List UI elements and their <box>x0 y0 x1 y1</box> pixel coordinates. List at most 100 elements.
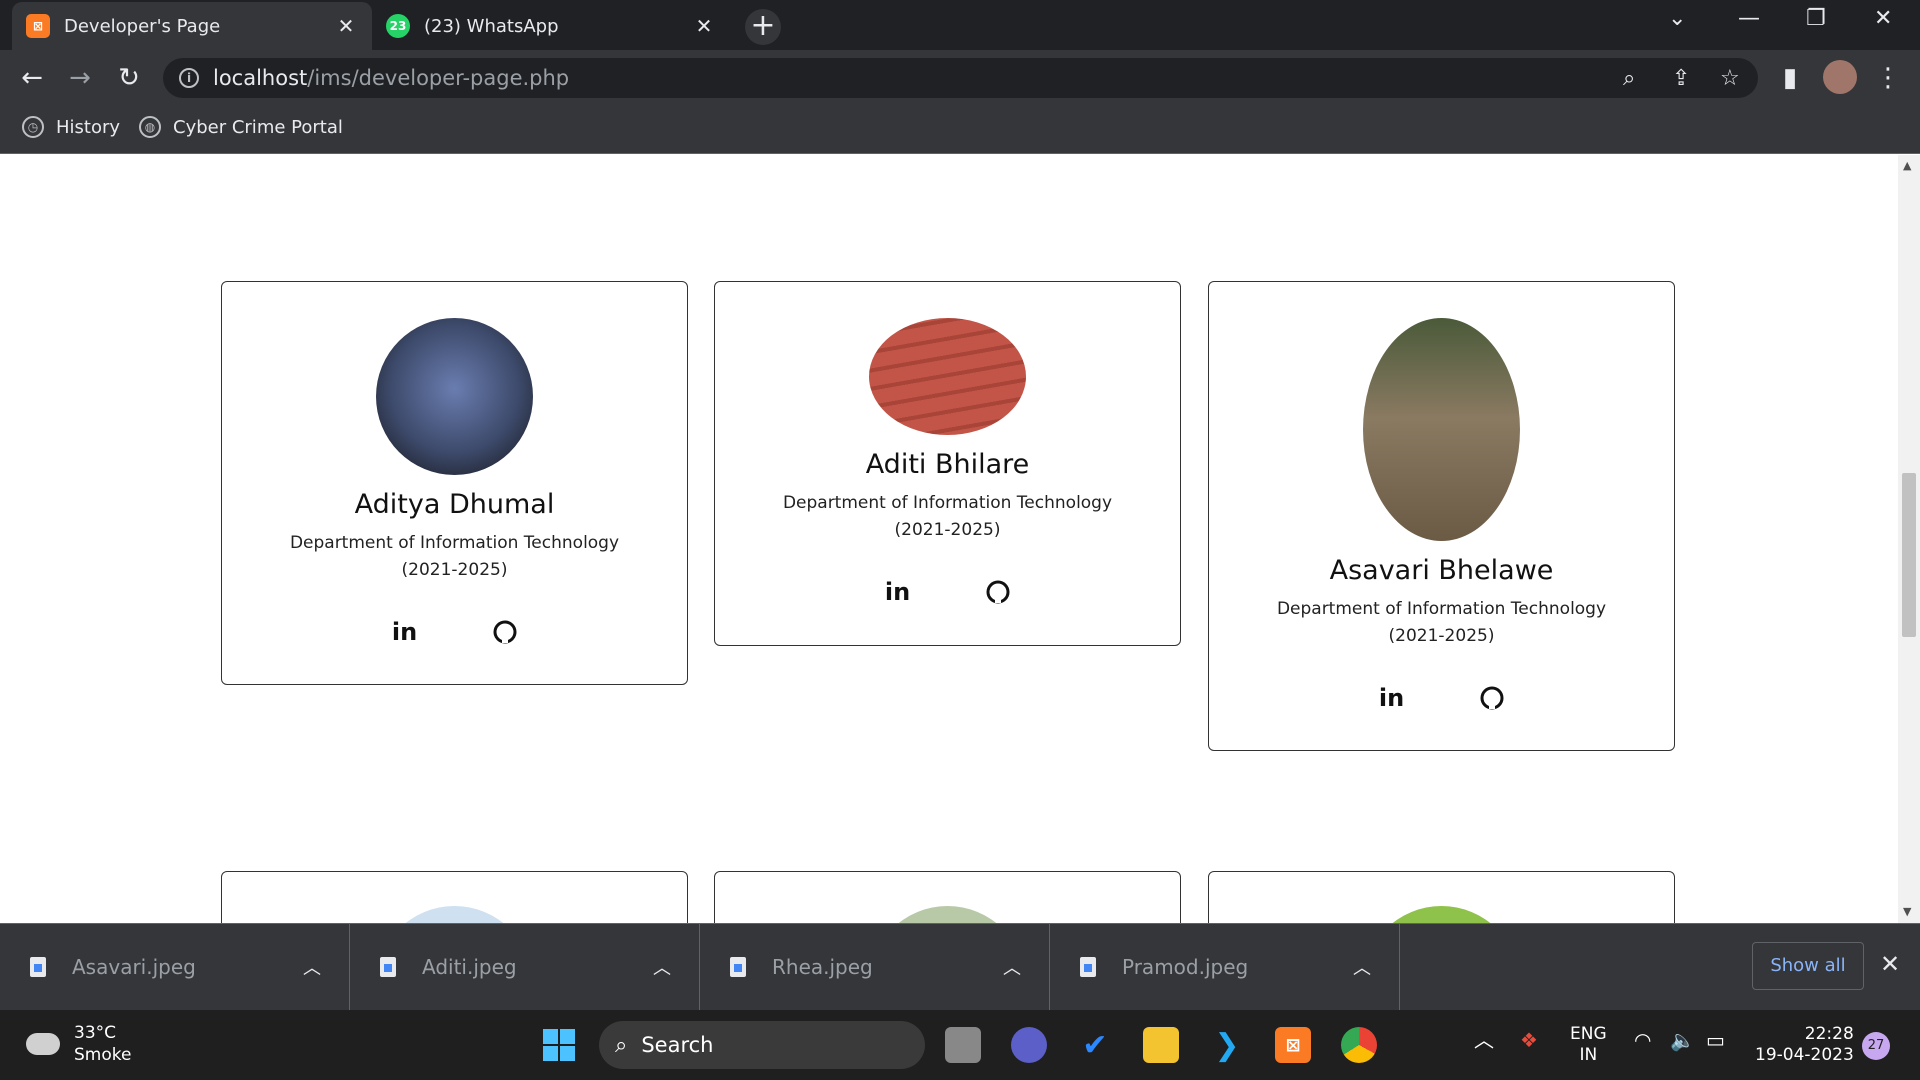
image-file-icon <box>30 957 46 977</box>
file-explorer-icon[interactable] <box>1143 1027 1179 1063</box>
bookmarks-bar: ◷ History ◍ Cyber Crime Portal <box>0 106 1920 154</box>
chevron-up-icon[interactable]: ︿ <box>1353 954 1371 980</box>
tab-whatsapp[interactable]: 23 (23) WhatsApp ✕ <box>372 2 730 50</box>
scroll-up-icon[interactable]: ▲ <box>1903 159 1911 172</box>
dropbox-icon[interactable]: ❖ <box>1520 1030 1538 1051</box>
github-icon[interactable] <box>485 612 525 652</box>
image-file-icon <box>1080 957 1096 977</box>
download-shelf: Asavari.jpeg ︿ Aditi.jpeg ︿ Rhea.jpeg ︿ … <box>0 923 1920 1010</box>
scroll-down-icon[interactable]: ▼ <box>1903 905 1911 918</box>
clock-date: 19-04-2023 <box>1755 1045 1854 1065</box>
site-info-icon[interactable]: i <box>179 68 199 88</box>
close-tab-icon[interactable]: ✕ <box>334 14 358 38</box>
developer-name: Aditya Dhumal <box>354 489 555 520</box>
chevron-up-icon[interactable]: ︿ <box>653 954 671 980</box>
bookmark-star-icon[interactable]: ☆ <box>1720 66 1740 91</box>
vscode-icon[interactable]: ❯ <box>1209 1027 1245 1063</box>
chevron-up-icon[interactable]: ︿ <box>1003 954 1021 980</box>
bookmark-history[interactable]: ◷ History <box>22 116 120 138</box>
wifi-icon[interactable]: ◠ <box>1634 1030 1651 1051</box>
linkedin-icon[interactable]: in <box>1372 678 1412 718</box>
windows-taskbar: 33°C Smoke ⌕ Search ✔ ❯ ⊠ ︿ ❖ ENG IN ◠ 🔈… <box>0 1010 1920 1080</box>
browser-toolbar: ← → ↻ i localhost /ims/developer-page.ph… <box>0 50 1920 106</box>
page-scrollbar[interactable]: ▲ ▼ <box>1898 155 1920 923</box>
image-file-icon <box>730 957 746 977</box>
developer-department: Department of Information Technology (20… <box>1276 599 1607 646</box>
share-icon[interactable]: ⇪ <box>1672 66 1690 91</box>
tab-developers-page[interactable]: ⊠ Developer's Page ✕ <box>12 2 372 50</box>
download-filename: Aditi.jpeg <box>422 955 517 979</box>
forward-button[interactable]: → <box>64 62 96 94</box>
lang-line1: ENG <box>1570 1024 1607 1044</box>
new-tab-button[interactable]: + <box>745 9 781 45</box>
minimize-icon[interactable]: — <box>1738 6 1760 31</box>
todo-check-icon[interactable]: ✔ <box>1077 1027 1113 1063</box>
social-links: in <box>1209 678 1674 718</box>
close-shelf-icon[interactable]: ✕ <box>1880 950 1900 978</box>
zoom-icon[interactable]: ⌕ <box>1623 66 1635 91</box>
clock[interactable]: 22:28 19-04-2023 <box>1755 1024 1854 1066</box>
close-tab-icon[interactable]: ✕ <box>692 14 716 38</box>
show-hidden-icons-chevron-icon[interactable]: ︿ <box>1474 1030 1494 1051</box>
search-label: Search <box>641 1033 714 1057</box>
scrollbar-thumb[interactable] <box>1902 473 1916 637</box>
developer-photo <box>869 318 1026 435</box>
chrome-icon[interactable] <box>1341 1027 1377 1063</box>
linkedin-icon[interactable]: in <box>385 612 425 652</box>
developer-department: Department of Information Technology (20… <box>782 493 1113 540</box>
xampp-icon: ⊠ <box>26 14 50 38</box>
bookmark-label: History <box>56 116 121 138</box>
tab-title: (23) WhatsApp <box>424 15 559 37</box>
teams-chat-icon[interactable] <box>1011 1027 1047 1063</box>
taskbar-search[interactable]: ⌕ Search <box>599 1021 925 1069</box>
weather-temp: 33°C <box>74 1023 117 1043</box>
developer-photo <box>376 906 533 923</box>
download-item[interactable]: Aditi.jpeg ︿ <box>350 924 700 1010</box>
search-icon: ⌕ <box>615 1032 628 1058</box>
developer-photo <box>1363 906 1520 923</box>
bookmark-cyber-crime-portal[interactable]: ◍ Cyber Crime Portal <box>139 116 343 138</box>
show-all-button[interactable]: Show all <box>1752 942 1864 990</box>
xampp-icon[interactable]: ⊠ <box>1275 1027 1311 1063</box>
battery-icon[interactable]: ▭ <box>1706 1030 1725 1051</box>
cloud-icon <box>26 1023 60 1055</box>
social-links: in <box>222 612 687 652</box>
linkedin-icon[interactable]: in <box>878 572 918 612</box>
start-windows-icon[interactable] <box>541 1027 577 1063</box>
weather-condition: Smoke <box>74 1045 132 1065</box>
task-view-icon[interactable] <box>945 1027 981 1063</box>
developer-name: Aditi Bhilare <box>865 449 1030 480</box>
menu-kebab-icon[interactable]: ⋮ <box>1872 62 1904 94</box>
weather-widget[interactable]: 33°C Smoke <box>26 1022 131 1066</box>
address-bar[interactable]: i localhost /ims/developer-page.php ⌕ ⇪ … <box>163 58 1758 98</box>
profile-avatar[interactable] <box>1823 60 1857 94</box>
chevron-up-icon[interactable]: ︿ <box>303 954 321 980</box>
github-icon[interactable] <box>978 572 1018 612</box>
page-viewport: Aditya Dhumal Department of Information … <box>0 155 1898 923</box>
download-item[interactable]: Pramod.jpeg ︿ <box>1050 924 1400 1010</box>
github-icon[interactable] <box>1472 678 1512 718</box>
tab-strip: ⊠ Developer's Page ✕ 23 (23) WhatsApp ✕ … <box>0 0 1920 50</box>
globe-icon: ◍ <box>139 116 161 138</box>
volume-icon[interactable]: 🔈 <box>1670 1030 1695 1051</box>
history-icon: ◷ <box>22 116 44 138</box>
download-item[interactable]: Rhea.jpeg ︿ <box>700 924 1050 1010</box>
download-filename: Asavari.jpeg <box>72 955 196 979</box>
notification-badge[interactable]: 27 <box>1862 1032 1890 1060</box>
developer-card: Aditya Dhumal Department of Information … <box>221 281 688 685</box>
whatsapp-icon: 23 <box>386 14 410 38</box>
lang-line2: IN <box>1579 1045 1598 1065</box>
download-item[interactable]: Asavari.jpeg ︿ <box>0 924 350 1010</box>
language-indicator[interactable]: ENG IN <box>1570 1024 1607 1066</box>
reload-button[interactable]: ↻ <box>113 62 145 94</box>
url-host: localhost <box>213 66 308 90</box>
close-window-icon[interactable]: ✕ <box>1874 6 1892 31</box>
image-file-icon <box>380 957 396 977</box>
developer-name: Asavari Bhelawe <box>1329 555 1554 586</box>
back-button[interactable]: ← <box>16 62 48 94</box>
tab-title: Developer's Page <box>64 15 221 37</box>
bookmark-label: Cyber Crime Portal <box>173 116 343 138</box>
tab-search-chevron-icon[interactable]: ⌄ <box>1668 6 1686 31</box>
side-panel-icon[interactable]: ▮ <box>1774 62 1806 94</box>
restore-icon[interactable]: ❐ <box>1806 6 1826 31</box>
